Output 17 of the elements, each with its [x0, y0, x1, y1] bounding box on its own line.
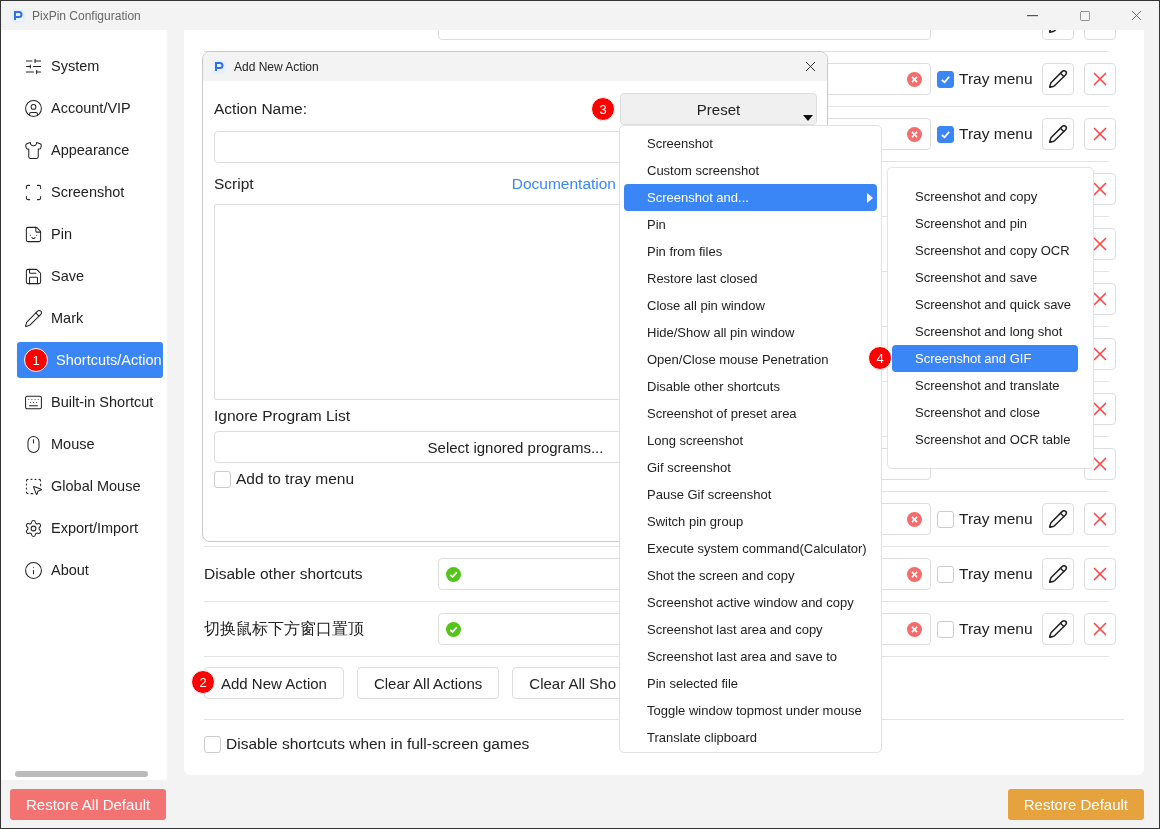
checkbox-label: Disable shortcuts when in full-screen games: [226, 735, 530, 753]
action-name: Disable other shortcuts: [204, 565, 364, 583]
step-badge: 3: [591, 97, 615, 121]
step-badge: 1: [24, 348, 48, 372]
window-title: PixPin Configuration: [32, 8, 142, 23]
field-label: Ignore Program List: [214, 407, 351, 425]
tray-menu-label: Tray menu: [959, 510, 1034, 528]
action-name: 切换鼠标下方窗口置顶: [204, 618, 365, 639]
field-label: Script: [214, 175, 254, 193]
checkbox-label: Add to tray menu: [236, 470, 355, 488]
step-badge: 2: [191, 670, 215, 694]
tray-menu-label: Tray menu: [959, 125, 1034, 143]
dialog-title: Add New Action: [234, 59, 320, 74]
tray-menu-label: Tray menu: [959, 565, 1034, 583]
tray-menu-label: Tray menu: [959, 620, 1034, 638]
tray-menu-label: Tray menu: [959, 70, 1034, 88]
field-label: Action Name:: [214, 100, 308, 118]
